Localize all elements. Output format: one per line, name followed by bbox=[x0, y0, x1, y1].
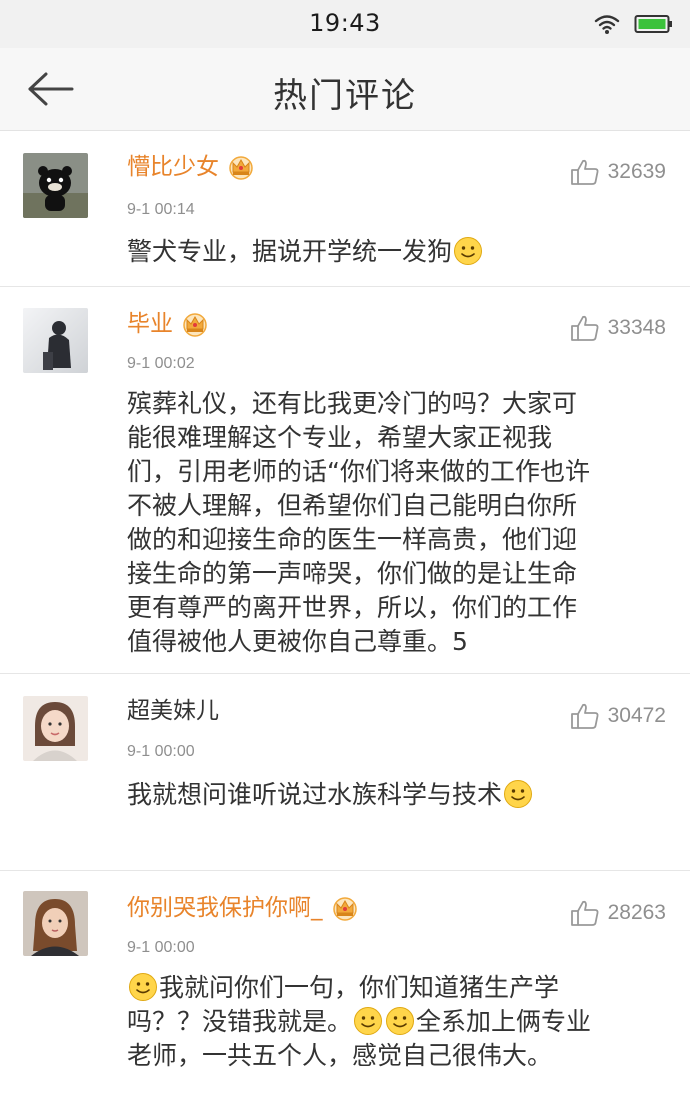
like-button[interactable]: 32639 bbox=[570, 158, 666, 186]
nav-bar: 热门评论 bbox=[0, 48, 690, 131]
timestamp: 9-1 00:02 bbox=[127, 355, 195, 372]
timestamp: 9-1 00:00 bbox=[127, 743, 195, 760]
comment-line: 值得被他人更被你自己尊重。5 bbox=[127, 627, 468, 656]
username-text[interactable]: 你别哭我保护你啊_ bbox=[127, 893, 323, 923]
username[interactable]: 你别哭我保护你啊_ bbox=[127, 893, 359, 923]
smile-emoji-icon bbox=[129, 973, 157, 1001]
comment-text: 警犬专业，据说开学统一发狗 bbox=[127, 235, 662, 269]
comment-text: 我就想问谁听说过水族科学与技术 bbox=[127, 778, 662, 812]
avatar[interactable] bbox=[23, 891, 88, 956]
like-count: 30472 bbox=[607, 704, 666, 727]
like-button[interactable]: 28263 bbox=[570, 899, 666, 927]
status-icons bbox=[594, 10, 674, 38]
comment-line: 们，引用老师的话“你们将来做的工作也许 bbox=[127, 457, 590, 486]
thumbs-up-icon bbox=[570, 159, 599, 185]
comment-line: 更有尊严的离开世界，所以，你们的工作 bbox=[127, 593, 578, 622]
smile-emoji-icon bbox=[354, 1007, 383, 1035]
status-time: 19:43 bbox=[309, 9, 381, 37]
comment-item: 懵比少女 9-1 00:14 32639 警犬专业，据说开学统一发狗 bbox=[0, 131, 690, 287]
vip-crown-icon bbox=[229, 156, 253, 180]
username[interactable]: 懵比少女 bbox=[127, 152, 255, 182]
timestamp: 9-1 00:14 bbox=[127, 201, 195, 218]
smile-emoji-icon bbox=[454, 237, 483, 265]
comment-list: 懵比少女 9-1 00:14 32639 警犬专业，据说开学统一发狗 毕业 9-… bbox=[0, 131, 690, 1094]
like-count: 33348 bbox=[607, 316, 666, 339]
vip-crown-icon bbox=[332, 897, 357, 921]
comment-line: 警犬专业，据说开学统一发狗 bbox=[127, 237, 453, 266]
thumbs-up-icon bbox=[570, 315, 599, 341]
avatar[interactable] bbox=[23, 308, 88, 373]
wifi-icon bbox=[594, 15, 620, 34]
like-button[interactable]: 30472 bbox=[570, 702, 666, 730]
avatar[interactable] bbox=[23, 153, 88, 218]
username-text[interactable]: 超美妹儿 bbox=[127, 696, 219, 726]
comment-line: 殡葬礼仪，还有比我更冷门的吗？大家可 bbox=[127, 389, 578, 418]
timestamp: 9-1 00:00 bbox=[127, 939, 195, 956]
page-title: 热门评论 bbox=[273, 76, 417, 116]
comment-line: 接生命的第一声啼哭，你们做的是让生命 bbox=[127, 559, 578, 588]
comment-line: 老师，一共五个人，感觉自己很伟大。 bbox=[127, 1041, 553, 1070]
comment-item: 毕业 9-1 00:02 33348 殡葬礼仪，还有比我更冷门的吗？大家可 能很… bbox=[0, 287, 690, 674]
comment-line: 我就想问谁听说过水族科学与技术 bbox=[127, 780, 503, 809]
comment-line: 不被人理解，但希望你们自己能明白你所 bbox=[127, 491, 578, 520]
comment-line: 我就问你们一句，你们知道猪生产学 bbox=[159, 973, 560, 1002]
comment-item: 超美妹儿 9-1 00:00 30472 我就想问谁听说过水族科学与技术 bbox=[0, 674, 690, 871]
comment-line: 做的和迎接生命的医生一样高贵，他们迎 bbox=[127, 525, 578, 554]
comment-text: 殡葬礼仪，还有比我更冷门的吗？大家可 能很难理解这个专业，希望大家正视我 们，引… bbox=[127, 387, 662, 659]
comment-line: 能很难理解这个专业，希望大家正视我 bbox=[127, 423, 553, 452]
username[interactable]: 毕业 bbox=[127, 309, 209, 339]
like-button[interactable]: 33348 bbox=[570, 314, 666, 342]
like-count: 28263 bbox=[607, 901, 666, 924]
username-text[interactable]: 懵比少女 bbox=[127, 152, 219, 182]
thumbs-up-icon bbox=[570, 703, 599, 729]
username-text[interactable]: 毕业 bbox=[127, 309, 173, 339]
thumbs-up-icon bbox=[570, 900, 599, 926]
status-bar: 19:43 bbox=[0, 0, 690, 48]
battery-icon bbox=[634, 15, 672, 33]
comment-line: 吗？？没错我就是。 bbox=[127, 1007, 353, 1036]
username[interactable]: 超美妹儿 bbox=[127, 696, 219, 726]
smile-emoji-icon bbox=[504, 780, 533, 808]
like-count: 32639 bbox=[607, 160, 666, 183]
smile-emoji-icon bbox=[386, 1007, 415, 1035]
comment-item: 你别哭我保护你啊_ 9-1 00:00 28263 我就问你们一句，你们知道猪生… bbox=[0, 871, 690, 1094]
comment-text: 我就问你们一句，你们知道猪生产学 吗？？没错我就是。 全系加上俩专业 老师，一共五… bbox=[127, 971, 662, 1073]
comment-line: 全系加上俩专业 bbox=[416, 1007, 592, 1036]
avatar[interactable] bbox=[23, 696, 88, 761]
vip-crown-icon bbox=[183, 313, 207, 337]
